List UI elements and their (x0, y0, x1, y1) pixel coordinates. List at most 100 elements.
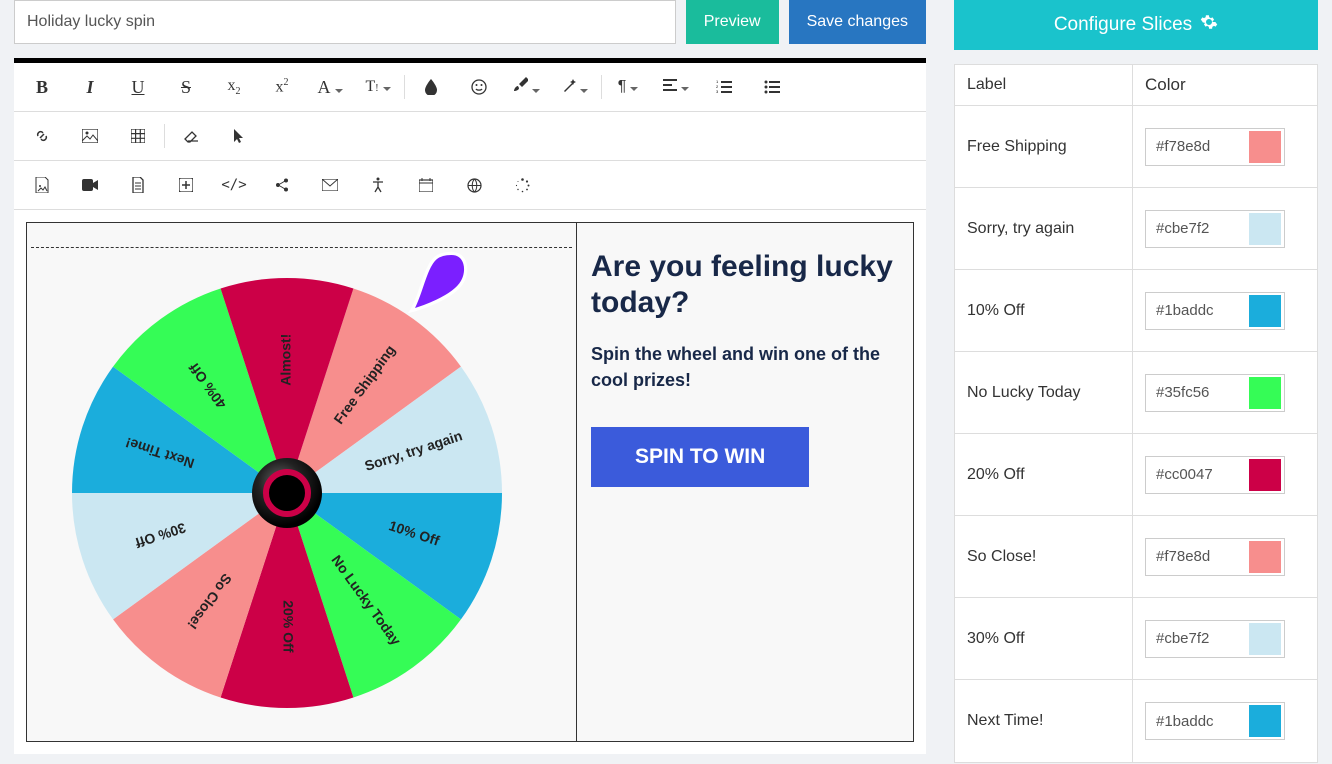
color-swatch[interactable] (1249, 131, 1281, 163)
color-picker[interactable] (1145, 210, 1285, 248)
slice-color-cell (1133, 270, 1317, 351)
slice-row: So Close! (955, 516, 1317, 598)
accessibility-icon[interactable] (354, 165, 402, 205)
slice-color-cell (1133, 598, 1317, 679)
slice-color-cell (1133, 680, 1317, 762)
file-image-icon[interactable] (18, 165, 66, 205)
slice-label[interactable]: No Lucky Today (955, 352, 1133, 433)
editor-canvas[interactable]: Free ShippingSorry, try again10% OffNo L… (14, 210, 926, 754)
slice-label[interactable]: Next Time! (955, 680, 1133, 762)
brush-icon[interactable] (503, 67, 551, 107)
color-column-header: Color (1133, 65, 1317, 105)
color-picker[interactable] (1145, 292, 1285, 330)
configure-slices-header[interactable]: Configure Slices (954, 0, 1318, 50)
spin-to-win-button[interactable]: SPIN TO WIN (591, 427, 809, 487)
color-picker[interactable] (1145, 456, 1285, 494)
font-family-icon[interactable]: A (306, 67, 354, 107)
color-swatch[interactable] (1249, 623, 1281, 655)
code-icon[interactable]: </> (210, 165, 258, 205)
wheel-slice-label: 20% Off (280, 600, 296, 652)
eraser-icon[interactable] (167, 116, 215, 156)
table-icon[interactable] (114, 116, 162, 156)
slice-label[interactable]: So Close! (955, 516, 1133, 597)
slice-label[interactable]: 20% Off (955, 434, 1133, 515)
color-hex-input[interactable] (1146, 293, 1246, 329)
color-swatch[interactable] (1249, 377, 1281, 409)
list-ul-icon[interactable] (748, 67, 796, 107)
toolbar-row-2 (14, 112, 926, 161)
magic-icon[interactable] (551, 67, 599, 107)
image-icon[interactable] (66, 116, 114, 156)
color-hex-input[interactable] (1146, 457, 1246, 493)
list-ol-icon[interactable]: 123 (700, 67, 748, 107)
color-picker[interactable] (1145, 128, 1285, 166)
color-swatch[interactable] (1249, 295, 1281, 327)
slice-color-cell (1133, 434, 1317, 515)
gear-icon (1200, 13, 1218, 37)
calendar-icon[interactable] (402, 165, 450, 205)
underline-icon[interactable]: U (114, 67, 162, 107)
cursor-icon[interactable] (215, 116, 263, 156)
color-picker[interactable] (1145, 374, 1285, 412)
config-column: Configure Slices Label Color Free Shippi… (940, 0, 1332, 764)
smile-icon[interactable] (455, 67, 503, 107)
color-swatch[interactable] (1249, 213, 1281, 245)
campaign-title-input[interactable] (14, 0, 676, 44)
slice-row: 20% Off (955, 434, 1317, 516)
slice-label[interactable]: Free Shipping (955, 106, 1133, 187)
slice-color-cell (1133, 106, 1317, 187)
strikethrough-icon[interactable]: S (162, 67, 210, 107)
color-hex-input[interactable] (1146, 621, 1246, 657)
superscript-icon[interactable]: x2 (258, 67, 306, 107)
subheadline-text[interactable]: Spin the wheel and win one of the cool p… (591, 341, 899, 393)
slice-row: No Lucky Today (955, 352, 1317, 434)
slice-label[interactable]: 10% Off (955, 270, 1133, 351)
video-icon[interactable] (66, 165, 114, 205)
envelope-icon[interactable] (306, 165, 354, 205)
color-hex-input[interactable] (1146, 211, 1246, 247)
plus-square-icon[interactable] (162, 165, 210, 205)
link-icon[interactable] (18, 116, 66, 156)
globe-icon[interactable] (450, 165, 498, 205)
toolbar-row-1: BIUSx2x2AT!¶123 (14, 63, 926, 112)
svg-text:3: 3 (716, 89, 719, 94)
color-hex-input[interactable] (1146, 375, 1246, 411)
save-changes-button[interactable]: Save changes (789, 0, 926, 44)
tint-icon[interactable] (407, 67, 455, 107)
paragraph-icon[interactable]: ¶ (604, 67, 652, 107)
share-icon[interactable] (258, 165, 306, 205)
font-size-icon[interactable]: T! (354, 67, 402, 107)
campaign-text-area: Are you feeling lucky today? Spin the wh… (577, 223, 913, 741)
subscript-icon[interactable]: x2 (210, 67, 258, 107)
header-row: Preview Save changes (14, 0, 926, 44)
editor-column: Preview Save changes BIUSx2x2AT!¶123 </>… (0, 0, 940, 764)
spinner-icon[interactable] (498, 165, 546, 205)
spin-wheel: Free ShippingSorry, try again10% OffNo L… (67, 273, 507, 713)
color-picker[interactable] (1145, 620, 1285, 658)
italic-icon[interactable]: I (66, 67, 114, 107)
align-icon[interactable] (652, 67, 700, 107)
slice-row: Next Time! (955, 680, 1317, 762)
bold-icon[interactable]: B (18, 67, 66, 107)
color-hex-input[interactable] (1146, 703, 1246, 739)
color-swatch[interactable] (1249, 705, 1281, 737)
wheel-pointer-icon (405, 249, 471, 315)
slice-color-cell (1133, 516, 1317, 597)
color-swatch[interactable] (1249, 459, 1281, 491)
slice-label[interactable]: Sorry, try again (955, 188, 1133, 269)
color-swatch[interactable] (1249, 541, 1281, 573)
slice-row: 30% Off (955, 598, 1317, 680)
slice-label[interactable]: 30% Off (955, 598, 1133, 679)
headline-text[interactable]: Are you feeling lucky today? (591, 249, 899, 321)
color-hex-input[interactable] (1146, 129, 1246, 165)
file-icon[interactable] (114, 165, 162, 205)
slice-row: Free Shipping (955, 106, 1317, 188)
preview-button[interactable]: Preview (686, 0, 779, 44)
wheel-hub-icon (252, 458, 322, 528)
color-hex-input[interactable] (1146, 539, 1246, 575)
slice-color-cell (1133, 188, 1317, 269)
wheel-slice-label: Almost! (278, 334, 294, 386)
color-picker[interactable] (1145, 538, 1285, 576)
color-picker[interactable] (1145, 702, 1285, 740)
wheel-area: Free ShippingSorry, try again10% OffNo L… (27, 223, 577, 741)
